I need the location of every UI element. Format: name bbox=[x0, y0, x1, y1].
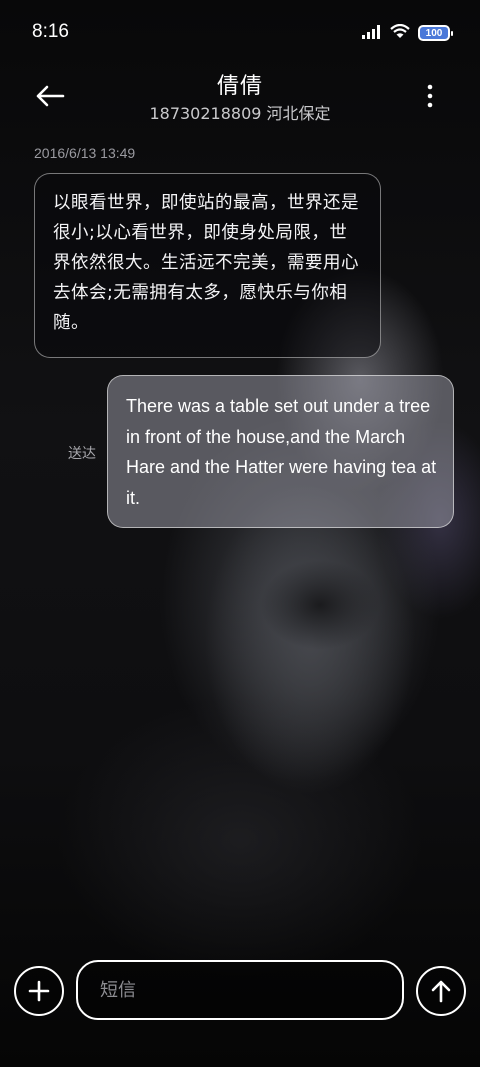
status-time: 8:16 bbox=[32, 21, 69, 42]
status-icons: 100 bbox=[362, 23, 453, 43]
message-composer bbox=[0, 958, 480, 1022]
signal-icon bbox=[362, 24, 382, 43]
battery-icon: 100 bbox=[418, 25, 453, 41]
plus-icon bbox=[28, 980, 50, 1002]
conversation-header: 倩倩 18730218809 河北保定 bbox=[0, 66, 480, 126]
message-timestamp: 2016/6/13 13:49 bbox=[34, 145, 136, 161]
send-arrow-up-icon bbox=[431, 980, 451, 1003]
more-vertical-icon bbox=[427, 84, 433, 108]
status-bar: 8:16 100 bbox=[0, 0, 480, 66]
contact-name[interactable]: 倩倩 bbox=[0, 68, 480, 100]
sms-input[interactable] bbox=[76, 960, 404, 1020]
incoming-message-bubble[interactable]: 以眼看世界，即使站的最高，世界还是很小;以心看世界，即使身处局限，世界依然很大。… bbox=[34, 173, 381, 358]
more-options-button[interactable] bbox=[410, 76, 450, 116]
delivery-status: 送达 bbox=[68, 446, 96, 462]
contact-detail: 18730218809 河北保定 bbox=[149, 104, 331, 123]
send-button[interactable] bbox=[416, 966, 466, 1016]
add-attachment-button[interactable] bbox=[14, 966, 64, 1016]
wifi-icon bbox=[390, 23, 410, 43]
battery-level: 100 bbox=[425, 27, 443, 39]
outgoing-message-bubble[interactable]: There was a table set out under a tree i… bbox=[107, 375, 454, 528]
